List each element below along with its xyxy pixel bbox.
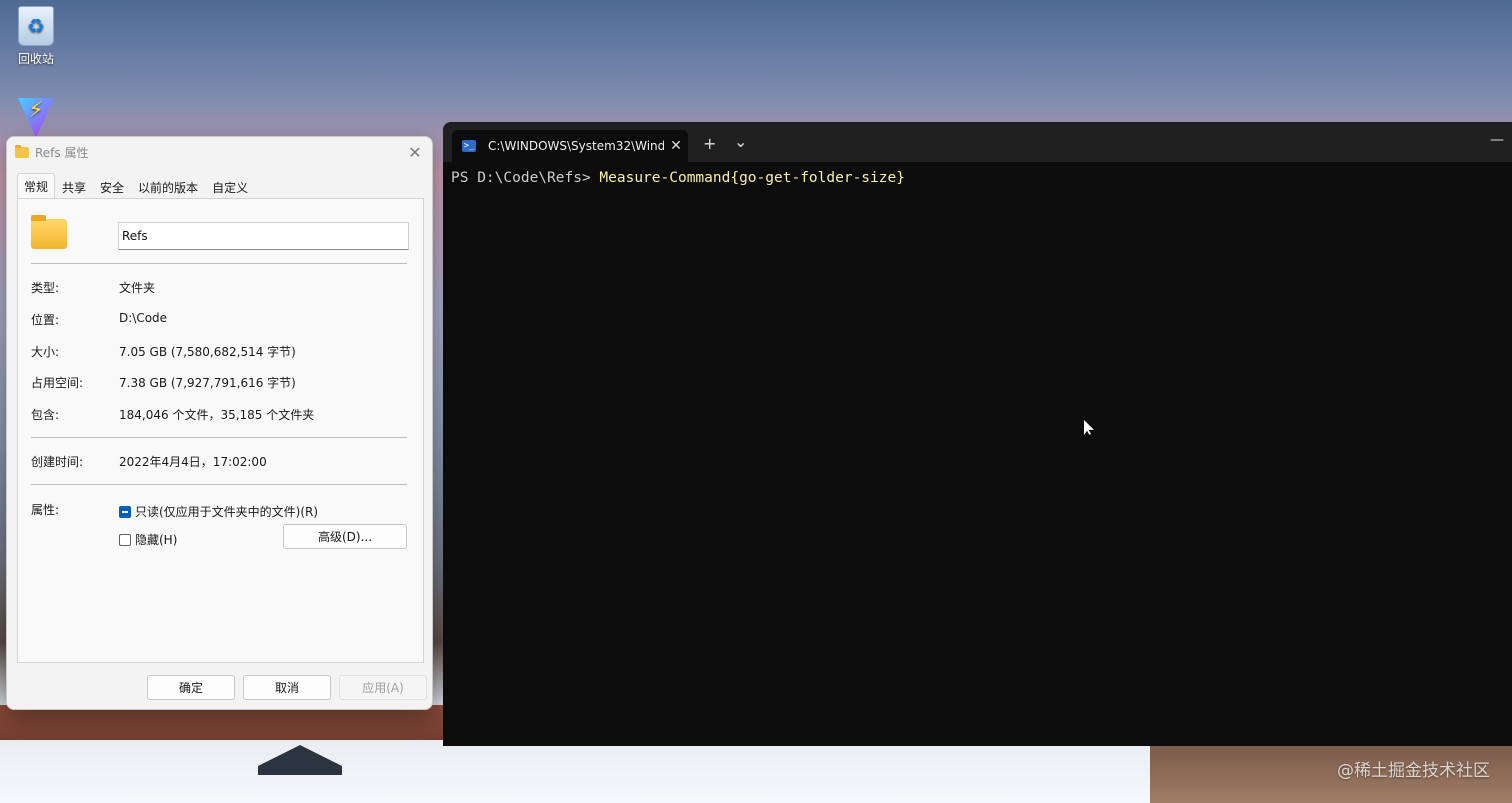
contains-label: 包含:: [31, 408, 60, 422]
advanced-button[interactable]: 高级(D)...: [283, 524, 407, 549]
tab-general[interactable]: 常规: [17, 173, 56, 199]
contains-value: 184,046 个文件，35,185 个文件夹: [119, 408, 315, 422]
checkbox-indeterminate-icon: [119, 505, 131, 518]
recycle-bin-icon: ♻: [18, 6, 54, 46]
divider: [31, 484, 407, 485]
terminal-window: >_ C:\WINDOWS\System32\Wind ✕ + ⌄ — PS D…: [443, 122, 1512, 746]
ok-button[interactable]: 确定: [147, 675, 235, 700]
tab-sharing[interactable]: 共享: [55, 175, 93, 199]
terminal-tabbar[interactable]: >_ C:\WINDOWS\System32\Wind ✕ + ⌄ —: [443, 122, 1512, 162]
location-value: D:\Code: [119, 311, 168, 325]
type-value: 文件夹: [119, 281, 156, 295]
tab-customize[interactable]: 自定义: [205, 175, 255, 199]
location-label: 位置:: [31, 313, 60, 327]
desktop-icon-recycle-bin[interactable]: ♻ 回收站: [10, 6, 62, 67]
size-on-disk-label: 占用空间:: [31, 376, 84, 390]
size-label: 大小:: [31, 345, 60, 359]
dialog-titlebar[interactable]: Refs 属性: [7, 137, 432, 167]
folder-large-icon: [31, 215, 67, 249]
created-value: 2022年4月4日，17:02:00: [119, 455, 267, 469]
readonly-checkbox[interactable]: 只读(仅应用于文件夹中的文件)(R): [119, 503, 318, 520]
folder-name-input[interactable]: [118, 222, 409, 250]
vite-icon: ⚡: [18, 98, 54, 138]
terminal-prompt: PS D:\Code\Refs>: [451, 170, 600, 186]
hidden-checkbox[interactable]: 隐藏(H): [119, 531, 177, 548]
size-value: 7.05 GB (7,580,682,514 字节): [119, 345, 296, 359]
desktop-icon-label: 回收站: [17, 52, 54, 66]
close-icon[interactable]: ✕: [664, 138, 688, 154]
divider: [31, 437, 407, 438]
dialog-title: Refs 属性: [35, 145, 89, 160]
apply-button[interactable]: 应用(A): [339, 675, 427, 700]
tab-strip: 常规 共享 安全 以前的版本 自定义: [17, 173, 255, 199]
type-label: 类型:: [31, 281, 60, 295]
minimize-icon[interactable]: —: [1490, 132, 1504, 148]
tab-security[interactable]: 安全: [93, 175, 131, 199]
chevron-down-icon[interactable]: ⌄: [734, 132, 747, 151]
attributes-label: 属性:: [31, 503, 60, 517]
powershell-icon: >_: [462, 140, 476, 152]
readonly-label: 只读(仅应用于文件夹中的文件)(R): [135, 505, 319, 519]
tab-panel: [17, 198, 424, 663]
cancel-button[interactable]: 取消: [243, 675, 331, 700]
terminal-tab[interactable]: >_ C:\WINDOWS\System32\Wind ✕: [452, 130, 688, 162]
checkbox-unchecked-icon: [119, 533, 131, 546]
size-on-disk-value: 7.38 GB (7,927,791,616 字节): [119, 376, 296, 390]
watermark: @稀土掘金技术社区: [1337, 761, 1490, 781]
divider: [31, 263, 407, 264]
new-tab-icon[interactable]: +: [703, 134, 716, 153]
tab-previous-versions[interactable]: 以前的版本: [131, 175, 205, 199]
terminal-command: Measure-Command{go-get-folder-size}: [599, 170, 905, 186]
properties-dialog: Refs 属性 ✕ 常规 共享 安全 以前的版本 自定义 类型: 文件夹 位置:…: [6, 136, 433, 710]
terminal-command-line[interactable]: PS D:\Code\Refs> Measure-Command{go-get-…: [451, 170, 905, 186]
created-label: 创建时间:: [31, 455, 84, 469]
terminal-tab-title: C:\WINDOWS\System32\Wind: [488, 139, 664, 153]
folder-icon: [15, 144, 29, 158]
close-icon[interactable]: ✕: [404, 141, 426, 163]
hidden-label: 隐藏(H): [135, 533, 178, 547]
